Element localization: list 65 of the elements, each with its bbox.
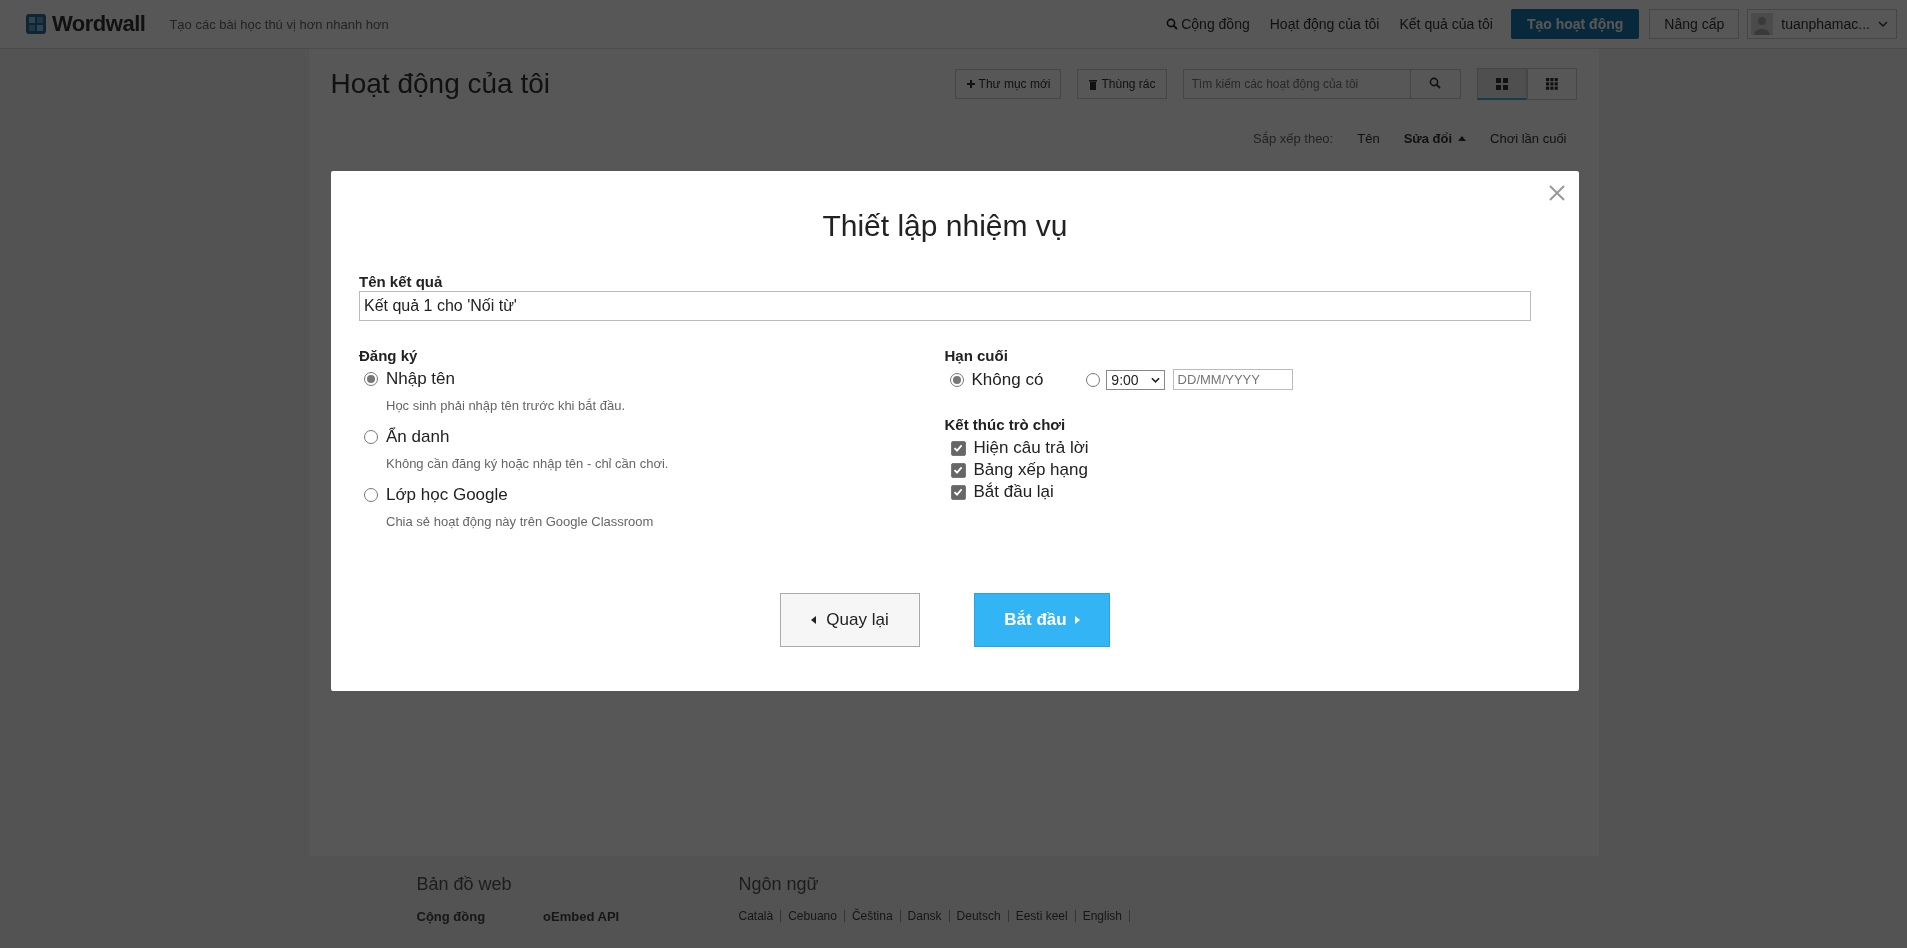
logo-icon [26, 14, 46, 34]
section-label: Đăng ký [359, 347, 419, 364]
language-link[interactable]: English [1082, 909, 1123, 923]
checkbox[interactable] [950, 462, 966, 478]
left-arrow-icon [811, 616, 817, 624]
language-link[interactable]: Català [738, 909, 774, 923]
user-menu[interactable]: tuanphamac... [1747, 9, 1897, 39]
language-link[interactable]: Deutsch [956, 909, 1001, 923]
close-icon[interactable] [1549, 185, 1565, 201]
checkbox[interactable] [950, 440, 966, 456]
option-hint: Học sinh phải nhập tên trước khi bắt đầu. [386, 398, 627, 413]
date-field[interactable]: DD/MM/YYYY [1172, 369, 1293, 390]
grid-view-button[interactable] [1476, 68, 1527, 100]
checkmark-icon [953, 465, 963, 475]
search-button[interactable] [1410, 69, 1461, 99]
time-select[interactable]: 9:00 [1106, 369, 1165, 390]
grid-icon [1495, 77, 1508, 90]
caret-icon [1878, 21, 1888, 27]
back-button[interactable]: Quay lại [780, 593, 920, 647]
option-label: Lớp học Google [386, 485, 508, 505]
new-folder-button[interactable]: Thư mục mới [954, 69, 1062, 99]
option-label: Bảng xếp hạng [973, 460, 1088, 480]
search-icon [1429, 76, 1441, 89]
nav-link[interactable]: Hoạt động của tôi [1269, 16, 1380, 32]
plus-icon [965, 79, 976, 89]
language-link[interactable]: Čeština [851, 909, 893, 923]
caret-icon [1150, 376, 1160, 383]
sort-option[interactable]: Sửa đổi [1403, 131, 1467, 146]
right-arrow-icon [1074, 616, 1080, 624]
option-hint: Chia sẻ hoạt động này trên Google Classroom [386, 514, 655, 529]
search-icon [1166, 18, 1179, 30]
small-grid-icon [1545, 78, 1558, 90]
footer-link[interactable]: oEmbed API [543, 909, 620, 924]
dialog-title: Thiết lập nhiệm vụ [821, 209, 1069, 243]
logo-text[interactable]: Wordwall [52, 11, 146, 37]
footer-link[interactable]: Cộng đồng [416, 909, 486, 924]
sort-option[interactable]: Tên [1357, 131, 1380, 146]
checkmark-icon [953, 487, 963, 497]
list-view-button[interactable] [1526, 68, 1577, 100]
option-label: Bắt đầu lại [973, 482, 1054, 502]
section-label: Hạn cuối [944, 347, 1009, 364]
nav-link[interactable]: Cộng đồng [1166, 16, 1250, 32]
nav-link[interactable]: Kết quả của tôi [1399, 16, 1493, 32]
language-link[interactable]: Eesti keel [1015, 909, 1068, 923]
language-link[interactable]: Dansk [907, 909, 942, 923]
field-label: Tên kết quả [359, 273, 443, 290]
option-label: Hiện câu trả lời [973, 438, 1089, 458]
option-hint: Không cần đăng ký hoặc nhập tên - chỉ cần chơi. [386, 456, 670, 471]
option-label: Nhập tên [386, 369, 455, 389]
option-label: Không có [971, 369, 1044, 390]
option-label: Ẩn danh [386, 427, 450, 447]
create-activity-button[interactable]: Tạo hoạt động [1510, 9, 1640, 39]
trash-button[interactable]: Thùng rác [1077, 69, 1167, 99]
section-label: Kết thúc trò chơi [944, 416, 1067, 433]
checkmark-icon [953, 443, 963, 453]
checkbox[interactable] [950, 484, 966, 500]
sort-option[interactable]: Chơi lần cuối [1490, 131, 1567, 146]
upgrade-button[interactable]: Nâng cấp [1649, 9, 1740, 39]
result-name-field[interactable]: Kết quả 1 cho 'Nối từ' [359, 291, 1531, 321]
language-link[interactable]: Cebuano [788, 909, 837, 923]
sort-arrow-icon [1458, 136, 1467, 141]
avatar-icon [1751, 13, 1774, 35]
start-button[interactable]: Bắt đầu [974, 593, 1110, 647]
page-title: Hoạt động của tôi [330, 68, 550, 100]
trash-icon [1088, 78, 1099, 90]
